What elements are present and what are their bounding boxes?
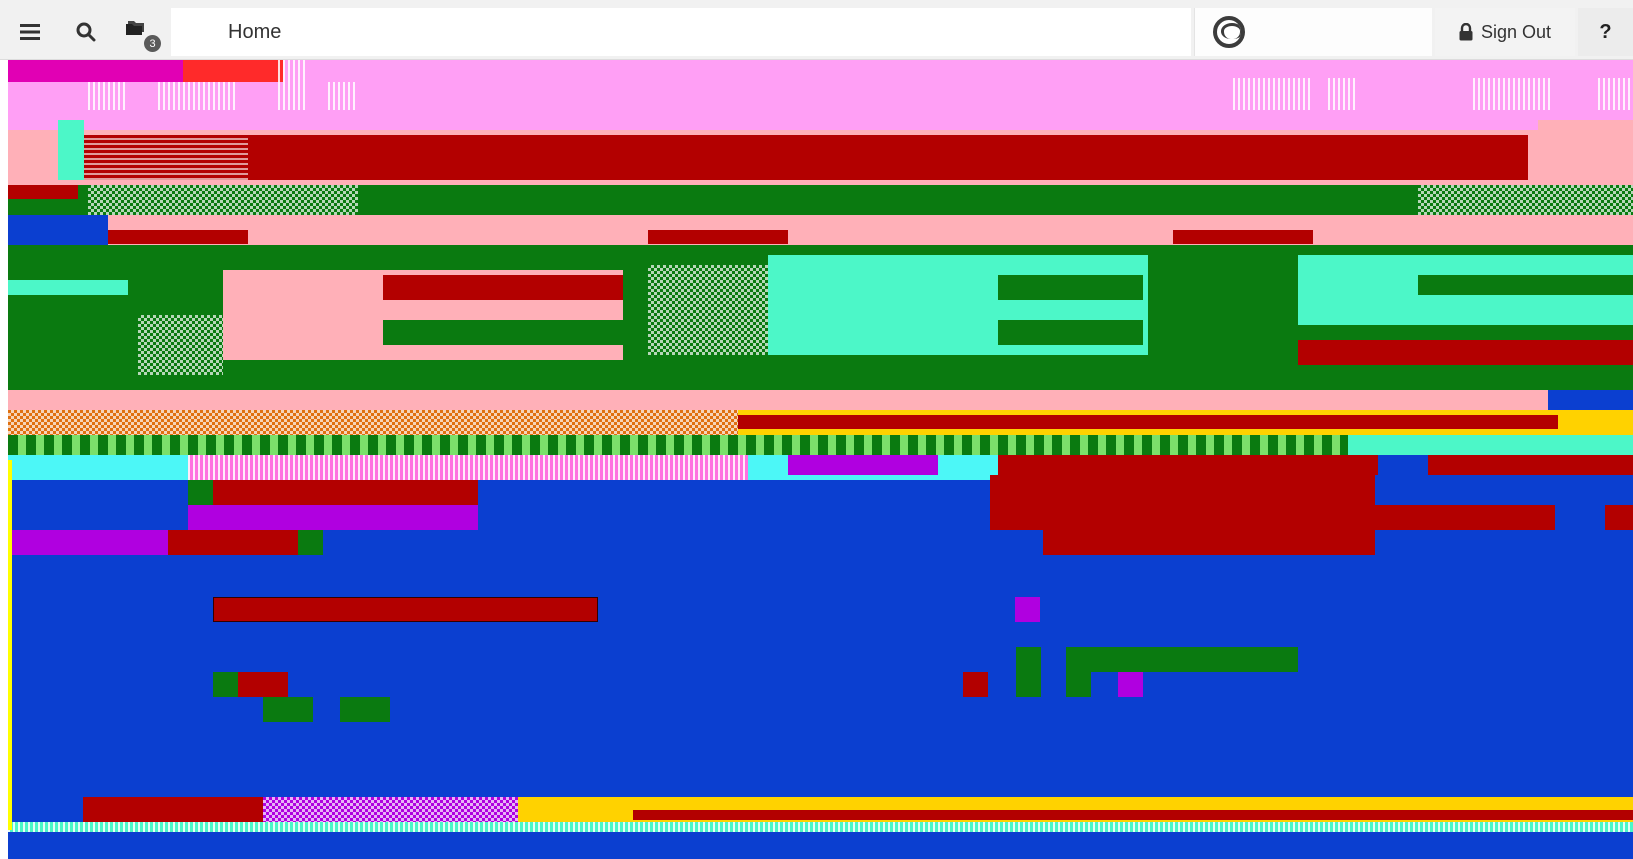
glitch-block [58, 120, 84, 180]
glitch-block [1538, 120, 1633, 160]
glitch-block [383, 275, 623, 300]
glitch-block [8, 185, 78, 199]
lock-icon [1459, 23, 1473, 41]
glitch-block [213, 597, 598, 622]
glitch-block [328, 82, 358, 110]
glitch-block [788, 455, 938, 475]
glitch-block [8, 822, 1633, 832]
glitch-block [1043, 530, 1375, 555]
glitch-block [1418, 185, 1633, 215]
sign-out-button[interactable]: Sign Out [1435, 8, 1575, 56]
tab-home-label: Home [228, 20, 282, 43]
glitch-block [1016, 647, 1041, 697]
glitch-block [8, 530, 168, 555]
glitch-block [1605, 505, 1633, 530]
glitch-block [1298, 340, 1633, 365]
glitch-block [8, 410, 738, 435]
glitch-block [738, 415, 1558, 429]
tab-home[interactable]: Home [171, 8, 1191, 56]
glitch-block [263, 797, 518, 822]
hamburger-menu-icon [20, 24, 40, 40]
glitch-block [158, 82, 238, 110]
tasks-count-badge: 3 [144, 35, 161, 52]
glitch-block [88, 82, 128, 110]
glitch-block [1066, 672, 1091, 697]
glitch-block [1328, 78, 1358, 110]
glitch-block [8, 280, 128, 295]
glitch-block [188, 480, 213, 505]
glitch-block [188, 505, 478, 530]
top-toolbar: 3 Home Sign Out ? [0, 0, 1633, 60]
glitch-block [998, 275, 1143, 300]
content-area-corrupted [8, 60, 1633, 859]
glitch-block [1118, 672, 1143, 697]
glitch-block [188, 455, 748, 480]
glitch-block [278, 60, 308, 110]
glitch-block [1598, 78, 1633, 110]
search-button[interactable] [60, 8, 112, 56]
glitch-block [83, 135, 1528, 180]
glitch-block [1173, 230, 1313, 244]
glitch-block [998, 455, 1378, 475]
glitch-block [998, 320, 1143, 345]
glitch-block [83, 135, 248, 180]
glitch-block [8, 390, 1548, 410]
glitch-block [633, 810, 1633, 820]
glitch-block [138, 315, 223, 375]
glitch-block [88, 185, 358, 215]
user-avatar-icon [1213, 16, 1245, 48]
tasks-button[interactable]: 3 [116, 8, 168, 56]
glitch-block [1418, 275, 1633, 295]
glitch-block [298, 530, 323, 555]
glitch-block [8, 460, 12, 830]
glitch-block [238, 672, 288, 697]
glitch-block [648, 265, 768, 355]
glitch-block [340, 697, 390, 722]
glitch-block [83, 797, 263, 822]
glitch-block [1375, 505, 1555, 530]
glitch-block [1473, 78, 1553, 110]
glitch-block [1428, 455, 1633, 475]
glitch-block [8, 60, 183, 82]
glitch-block [1066, 647, 1298, 672]
menu-button[interactable] [4, 8, 56, 56]
glitch-block [168, 530, 298, 555]
glitch-block [648, 230, 788, 244]
help-button[interactable]: ? [1578, 8, 1633, 56]
sign-out-label: Sign Out [1480, 21, 1552, 42]
user-profile[interactable] [1194, 8, 1432, 56]
search-icon [76, 22, 96, 42]
glitch-block [213, 672, 238, 697]
glitch-block [263, 697, 313, 722]
glitch-block [108, 215, 1633, 245]
glitch-block [183, 60, 283, 82]
folders-icon [126, 21, 144, 35]
help-icon: ? [1599, 20, 1612, 43]
glitch-block [1233, 78, 1313, 110]
glitch-block [1015, 597, 1040, 622]
glitch-block [108, 230, 248, 244]
glitch-block [1348, 435, 1633, 455]
glitch-block [188, 480, 478, 505]
glitch-block [383, 320, 623, 345]
glitch-block [990, 475, 1375, 530]
glitch-block [963, 672, 988, 697]
